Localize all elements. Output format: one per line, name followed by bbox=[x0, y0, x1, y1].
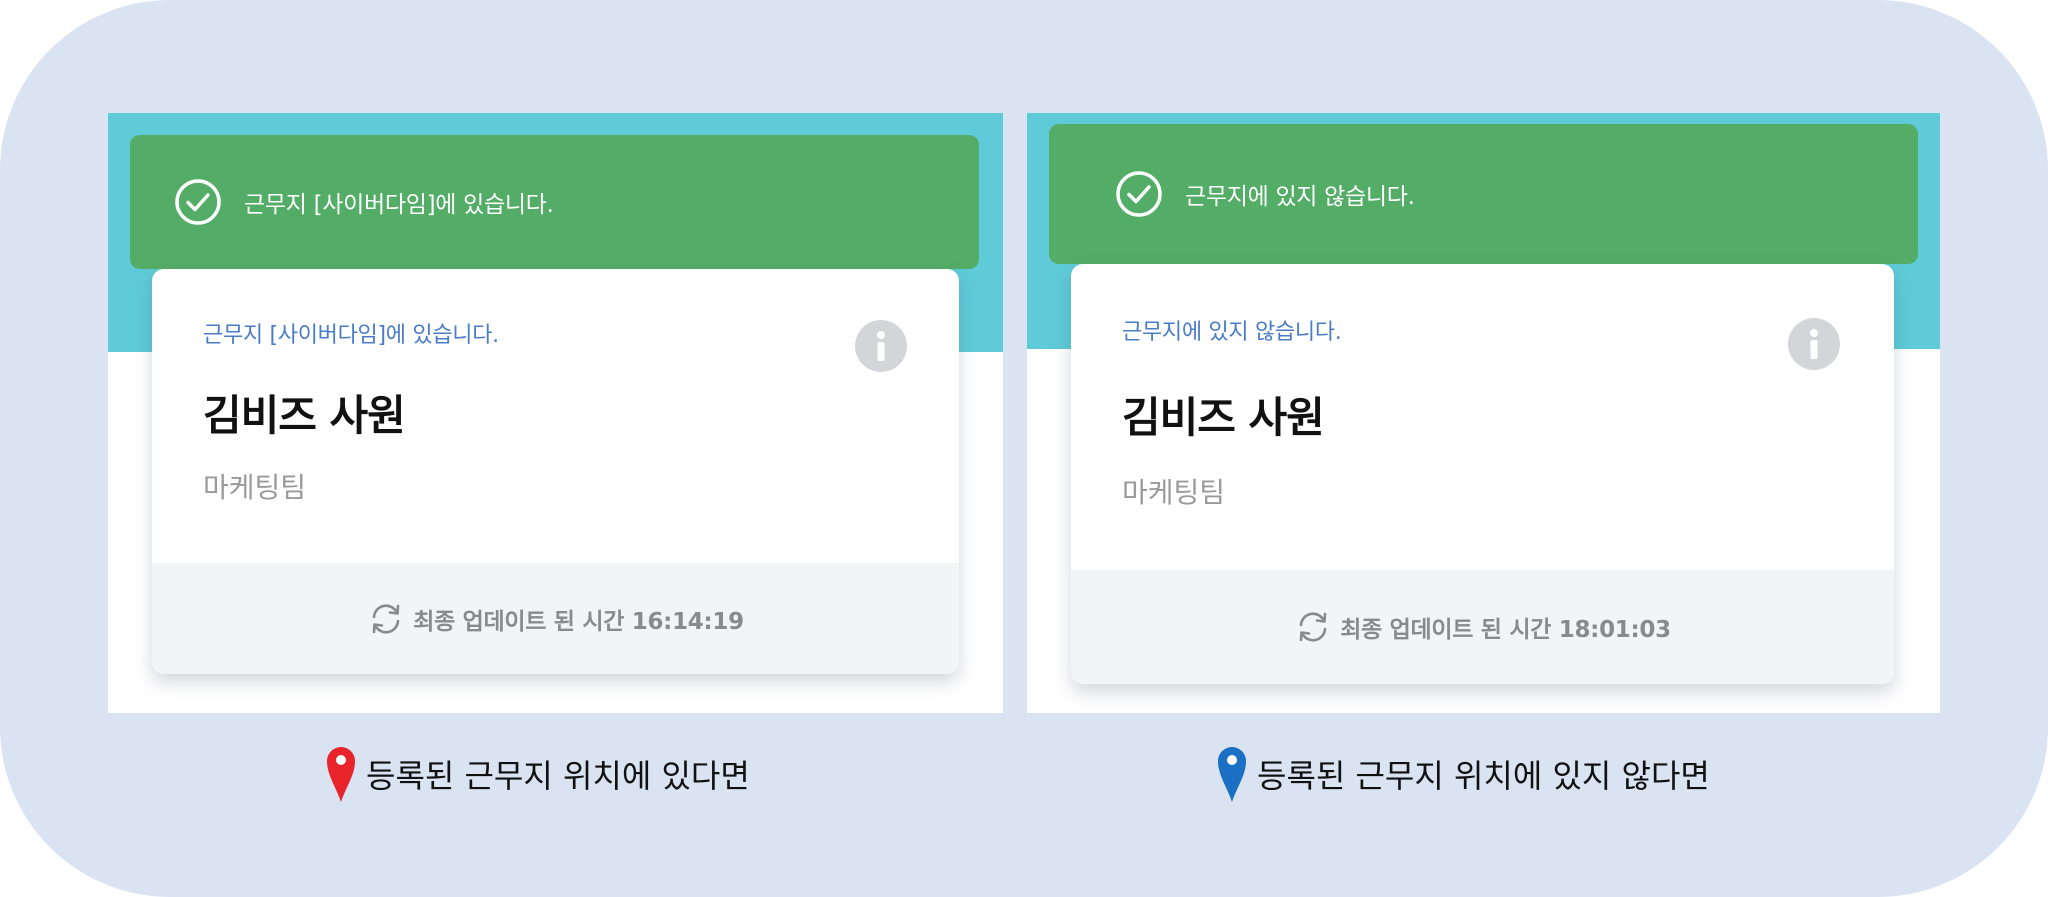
info-icon[interactable] bbox=[855, 320, 907, 372]
card-footer: 최종 업데이트 된 시간 18:01:03 bbox=[1071, 570, 1894, 684]
location-status: 근무지에 있지 않습니다. bbox=[1122, 320, 1342, 345]
sync-icon[interactable] bbox=[367, 600, 405, 638]
location-pin-icon bbox=[327, 747, 355, 802]
location-status: 근무지 [사이버다임]에 있습니다. bbox=[203, 323, 499, 348]
check-circle-icon bbox=[175, 179, 221, 225]
screen-not-at-workplace: 근무지에 있지 않습니다. 근무지에 있지 않습니다. 김비즈 사원 마케팅팀 bbox=[1027, 113, 1940, 713]
info-icon[interactable] bbox=[1788, 318, 1840, 370]
background-frame: 근무지 [사이버다임]에 있습니다. 근무지 [사이버다임]에 있습니다. 김비… bbox=[0, 0, 2048, 897]
screen-at-workplace: 근무지 [사이버다임]에 있습니다. 근무지 [사이버다임]에 있습니다. 김비… bbox=[108, 113, 1003, 713]
caption-text: 등록된 근무지 위치에 있다면 bbox=[366, 757, 750, 795]
employee-card: 근무지 [사이버다임]에 있습니다. 김비즈 사원 마케팅팀 최종 업데이트 된… bbox=[152, 269, 959, 674]
caption-at-workplace: 등록된 근무지 위치에 있다면 bbox=[326, 745, 750, 803]
location-pin-icon bbox=[1218, 747, 1246, 802]
employee-team: 마케팅팀 bbox=[1122, 476, 1226, 509]
toast-message: 근무지 [사이버다임]에 있습니다. bbox=[244, 192, 554, 218]
sync-icon[interactable] bbox=[1294, 608, 1332, 646]
card-footer: 최종 업데이트 된 시간 16:14:19 bbox=[152, 563, 959, 674]
last-updated-text: 최종 업데이트 된 시간 18:01:03 bbox=[1340, 617, 1671, 643]
status-toast: 근무지에 있지 않습니다. bbox=[1049, 124, 1918, 264]
last-updated-text: 최종 업데이트 된 시간 16:14:19 bbox=[413, 608, 744, 635]
employee-team: 마케팅팀 bbox=[203, 471, 307, 504]
toast-message: 근무지에 있지 않습니다. bbox=[1185, 184, 1415, 210]
employee-card: 근무지에 있지 않습니다. 김비즈 사원 마케팅팀 최종 업데이트 된 시간 1… bbox=[1071, 264, 1894, 684]
employee-name: 김비즈 사원 bbox=[203, 391, 406, 440]
caption-not-at-workplace: 등록된 근무지 위치에 있지 않다면 bbox=[1217, 745, 1710, 803]
employee-name: 김비즈 사원 bbox=[1122, 393, 1325, 442]
check-circle-icon bbox=[1116, 171, 1162, 217]
caption-text: 등록된 근무지 위치에 있지 않다면 bbox=[1257, 757, 1710, 795]
status-toast: 근무지 [사이버다임]에 있습니다. bbox=[130, 135, 979, 269]
